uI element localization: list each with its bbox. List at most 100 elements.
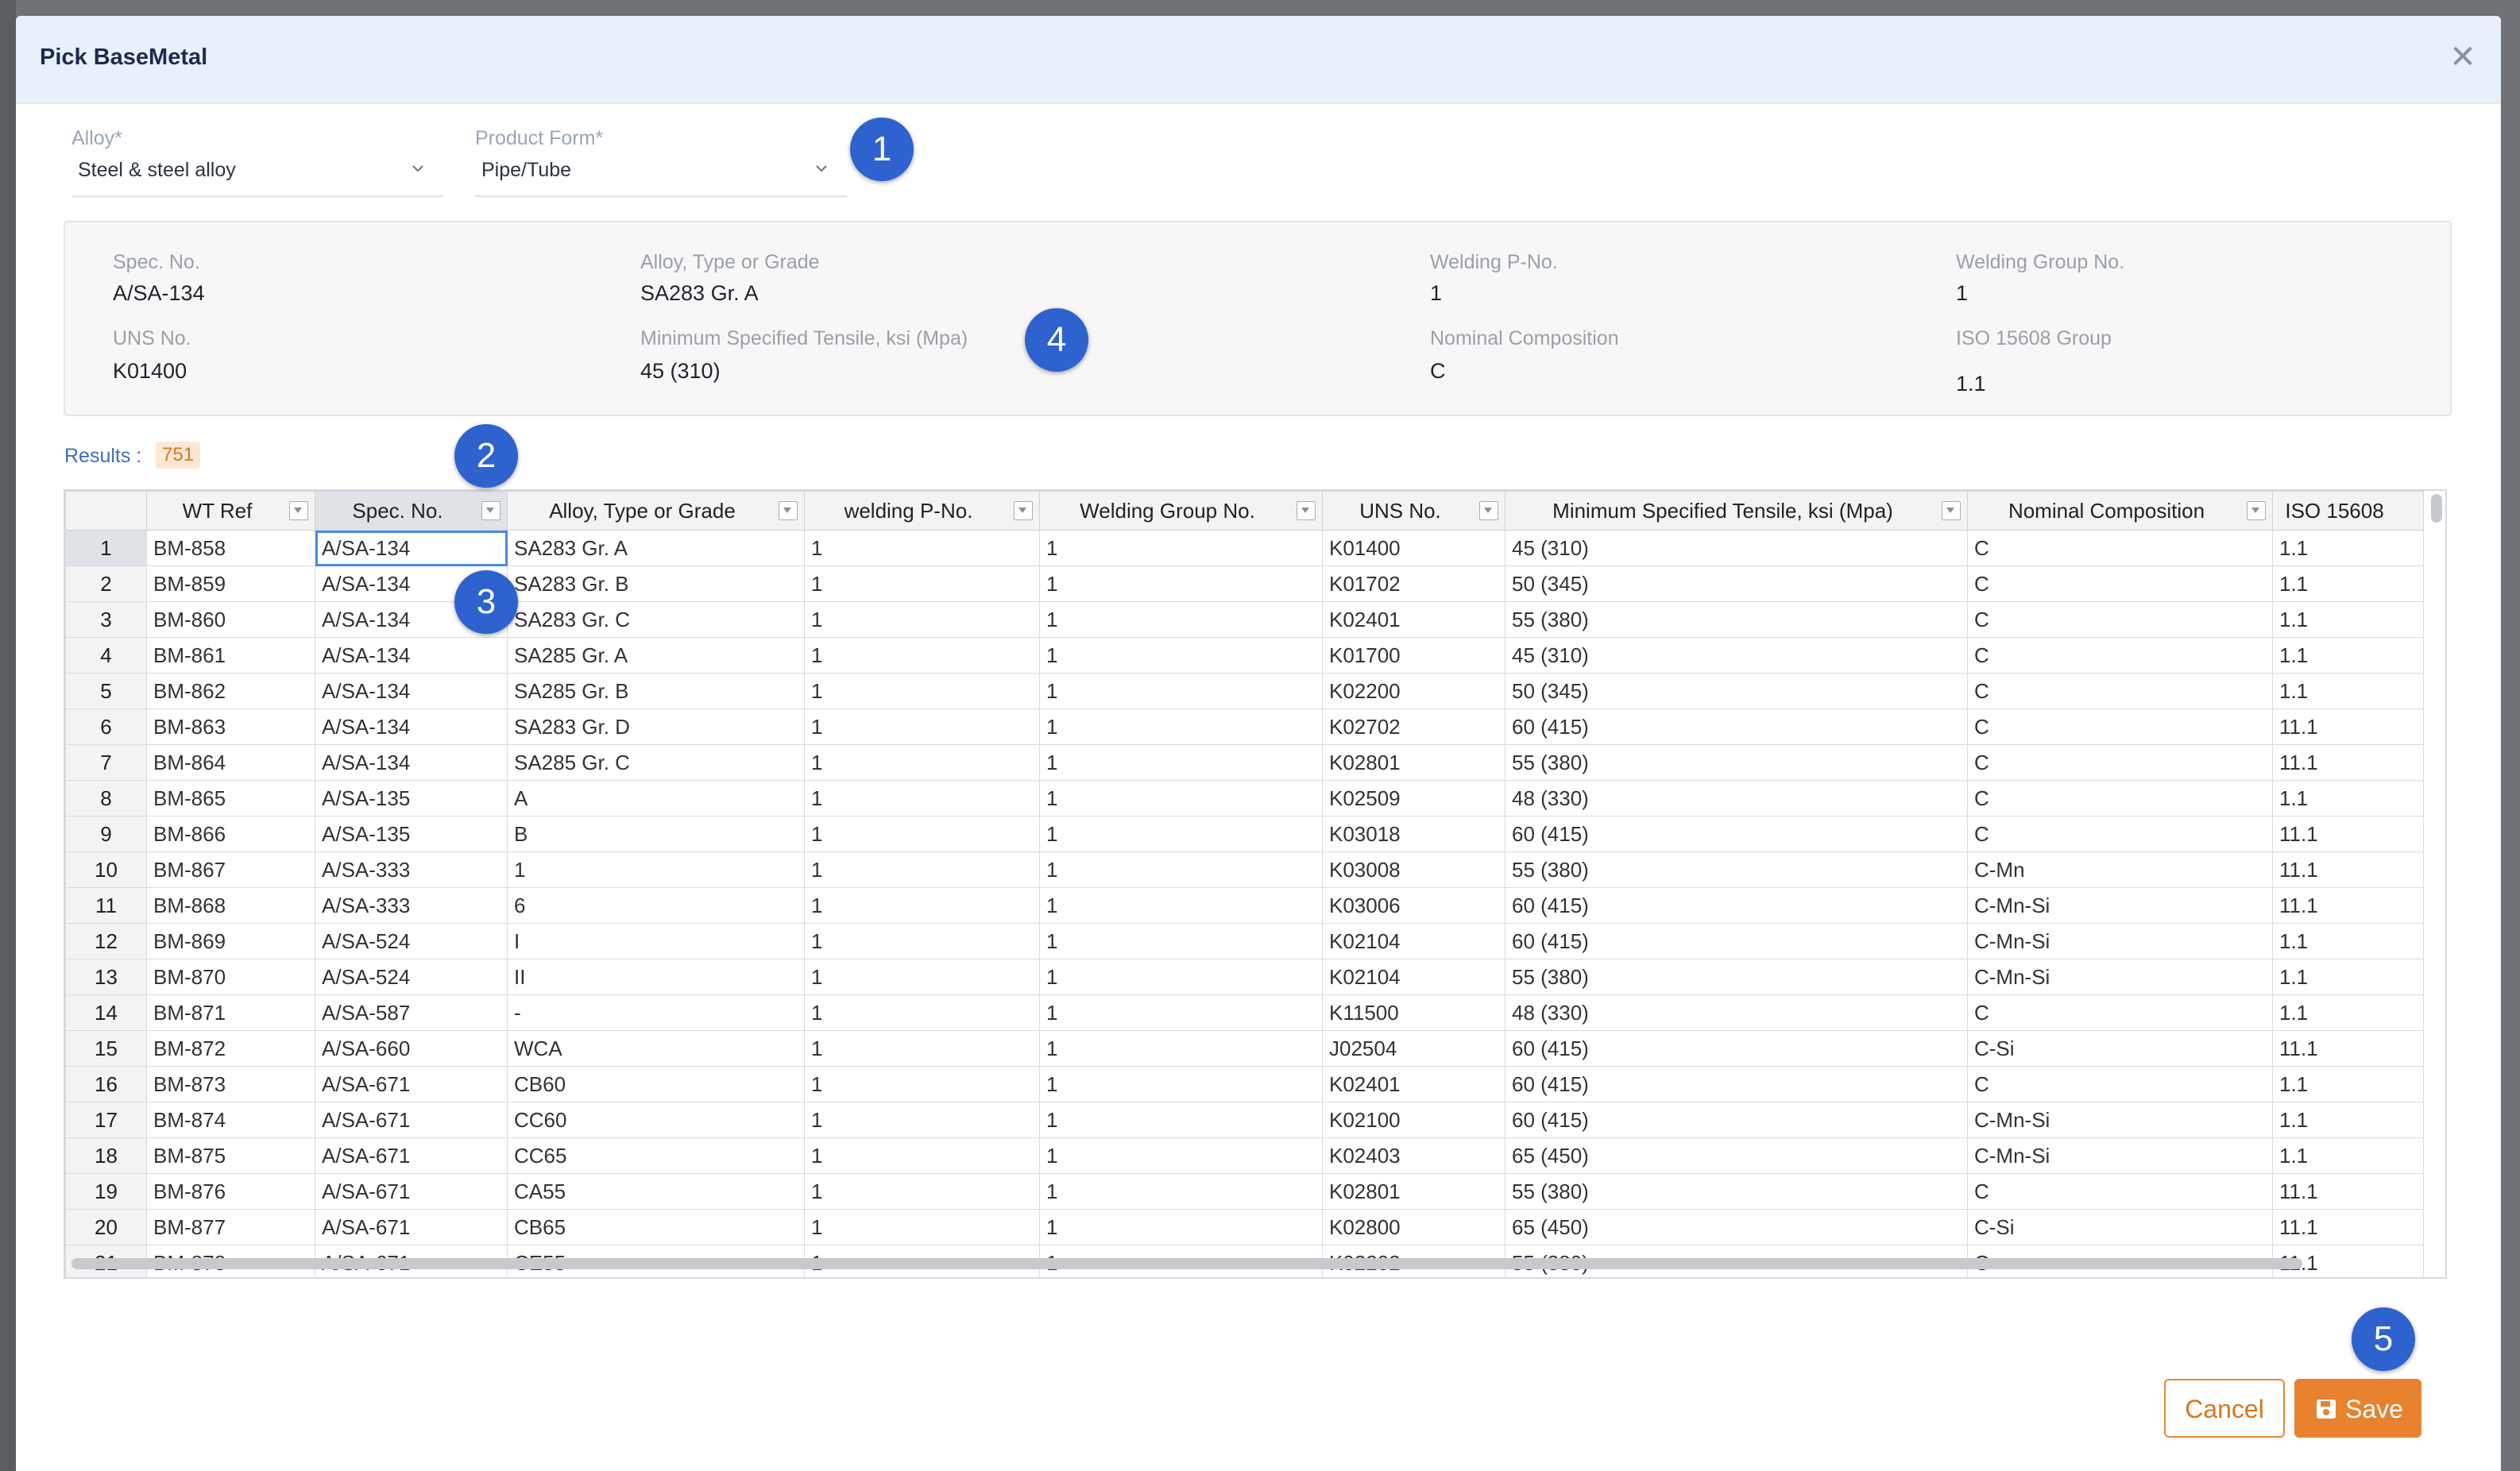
table-row[interactable]: 11 BM-868 A/SA-333 6 1 1 K03006 60 (415) C-Mn-Si… xyxy=(65,887,2424,924)
table-cell[interactable]: 1 xyxy=(1039,673,1323,709)
row-number[interactable]: 3 xyxy=(65,601,147,638)
table-cell[interactable]: J02504 xyxy=(1322,1030,1505,1067)
table-cell[interactable]: 1 xyxy=(804,887,1040,924)
table-cell[interactable]: C xyxy=(1967,1066,2273,1102)
column-header[interactable]: ISO 15608 xyxy=(2272,491,2424,531)
table-cell[interactable]: K01702 xyxy=(1322,566,1505,602)
table-row[interactable]: 19 BM-876 A/SA-671 CA55 1 1 K02801 55 (380) C 11.… xyxy=(65,1173,2424,1210)
table-cell[interactable]: 60 (415) xyxy=(1505,1102,1968,1138)
table-cell[interactable]: 1 xyxy=(1039,1209,1323,1245)
table-cell[interactable]: 1 xyxy=(804,708,1040,745)
table-cell[interactable]: 50 (345) xyxy=(1505,673,1968,709)
table-cell[interactable]: K11500 xyxy=(1322,994,1505,1031)
table-cell[interactable]: A/SA-660 xyxy=(315,1030,508,1067)
table-cell[interactable]: 1.1 xyxy=(2272,1102,2424,1138)
table-cell[interactable]: A/SA-671 xyxy=(315,1173,508,1210)
table-cell[interactable]: 1 xyxy=(804,1137,1040,1174)
product-form-select[interactable]: Product Form* Pipe/Tube xyxy=(475,127,847,207)
table-cell[interactable]: 1 xyxy=(804,816,1040,852)
table-row[interactable]: 9 BM-866 A/SA-135 B 1 1 K03018 60 (415) C 11.1 xyxy=(65,816,2424,852)
table-cell[interactable]: C xyxy=(1967,637,2273,674)
table-cell[interactable]: 1 xyxy=(804,923,1040,959)
row-number[interactable]: 6 xyxy=(65,708,147,745)
table-cell[interactable]: C-Mn-Si xyxy=(1967,959,2273,995)
table-cell[interactable]: K02104 xyxy=(1322,923,1505,959)
table-cell[interactable]: 1 xyxy=(1039,887,1323,924)
table-cell[interactable]: 1 xyxy=(507,851,805,888)
table-cell[interactable]: 60 (415) xyxy=(1505,816,1968,852)
table-cell[interactable]: A/SA-134 xyxy=(315,530,508,566)
table-cell[interactable]: 11.1 xyxy=(2272,744,2424,781)
table-cell[interactable]: C xyxy=(1967,673,2273,709)
table-cell[interactable]: SA283 Gr. B xyxy=(507,566,805,602)
table-cell[interactable]: K02509 xyxy=(1322,780,1505,817)
table-cell[interactable]: C xyxy=(1967,816,2273,852)
table-cell[interactable]: WCA xyxy=(507,1030,805,1067)
table-cell[interactable]: 65 (450) xyxy=(1505,1209,1968,1245)
table-cell[interactable]: C xyxy=(1967,744,2273,781)
table-cell[interactable]: C-Si xyxy=(1967,1209,2273,1245)
table-row[interactable]: 13 BM-870 A/SA-524 II 1 1 K02104 55 (380) C-Mn-S… xyxy=(65,959,2424,995)
column-header[interactable]: welding P-No. xyxy=(804,491,1040,531)
table-cell[interactable]: A/SA-587 xyxy=(315,994,508,1031)
table-cell[interactable]: A xyxy=(507,780,805,817)
table-cell[interactable]: 1 xyxy=(1039,566,1323,602)
row-number[interactable]: 4 xyxy=(65,637,147,674)
table-cell[interactable]: 1 xyxy=(804,673,1040,709)
table-cell[interactable]: 1 xyxy=(804,959,1040,995)
table-cell[interactable]: C xyxy=(1967,530,2273,566)
table-cell[interactable]: C xyxy=(1967,780,2273,817)
table-cell[interactable]: BM-875 xyxy=(146,1137,315,1174)
column-header[interactable]: Minimum Specified Tensile, ksi (Mpa) xyxy=(1505,491,1968,531)
table-cell[interactable]: 45 (310) xyxy=(1505,530,1968,566)
table-cell[interactable]: C xyxy=(1967,994,2273,1031)
table-cell[interactable]: 55 (380) xyxy=(1505,744,1968,781)
row-number[interactable]: 7 xyxy=(65,744,147,781)
table-cell[interactable]: 1.1 xyxy=(2272,923,2424,959)
table-row[interactable]: 18 BM-875 A/SA-671 CC65 1 1 K02403 65 (450) C-Mn… xyxy=(65,1137,2424,1174)
grid-vertical-scrollbar[interactable] xyxy=(2431,494,2442,523)
table-cell[interactable]: 1 xyxy=(804,1066,1040,1102)
table-cell[interactable]: 45 (310) xyxy=(1505,637,1968,674)
table-cell[interactable]: BM-870 xyxy=(146,959,315,995)
table-cell[interactable]: C-Mn xyxy=(1967,851,2273,888)
table-cell[interactable]: A/SA-524 xyxy=(315,923,508,959)
table-cell[interactable]: C-Mn-Si xyxy=(1967,1137,2273,1174)
table-cell[interactable]: 11.1 xyxy=(2272,1209,2424,1245)
table-row[interactable]: 2 BM-859 A/SA-134 SA283 Gr. B 1 1 K01702 50 (34… xyxy=(65,566,2424,602)
table-cell[interactable]: BM-867 xyxy=(146,851,315,888)
table-cell[interactable]: K02800 xyxy=(1322,1209,1505,1245)
column-header[interactable]: Alloy, Type or Grade xyxy=(507,491,805,531)
table-cell[interactable]: 1 xyxy=(804,601,1040,638)
table-cell[interactable]: BM-869 xyxy=(146,923,315,959)
alloy-select[interactable]: Alloy* Steel & steel alloy xyxy=(72,127,443,207)
table-cell[interactable]: 11.1 xyxy=(2272,708,2424,745)
table-cell[interactable]: K02104 xyxy=(1322,959,1505,995)
table-cell[interactable]: C xyxy=(1967,1173,2273,1210)
table-cell[interactable]: BM-871 xyxy=(146,994,315,1031)
table-cell[interactable]: 11.1 xyxy=(2272,1030,2424,1067)
row-number[interactable]: 14 xyxy=(65,994,147,1031)
table-cell[interactable]: CC65 xyxy=(507,1137,805,1174)
row-number[interactable]: 1 xyxy=(65,530,147,566)
table-cell[interactable]: 1 xyxy=(804,1030,1040,1067)
table-cell[interactable]: K02702 xyxy=(1322,708,1505,745)
row-number[interactable]: 13 xyxy=(65,959,147,995)
table-row[interactable]: 12 BM-869 A/SA-524 I 1 1 K02104 60 (415) C-Mn-Si… xyxy=(65,923,2424,959)
table-cell[interactable]: CC60 xyxy=(507,1102,805,1138)
table-row[interactable]: 7 BM-864 A/SA-134 SA285 Gr. C 1 1 K02801 55 (38… xyxy=(65,744,2424,781)
table-cell[interactable]: 1 xyxy=(804,1209,1040,1245)
table-cell[interactable]: 1 xyxy=(1039,637,1323,674)
table-cell[interactable]: SA283 Gr. D xyxy=(507,708,805,745)
table-cell[interactable]: 1.1 xyxy=(2272,566,2424,602)
table-cell[interactable]: BM-860 xyxy=(146,601,315,638)
table-cell[interactable]: 1 xyxy=(1039,601,1323,638)
table-cell[interactable]: 1 xyxy=(804,851,1040,888)
table-cell[interactable]: A/SA-524 xyxy=(315,959,508,995)
table-cell[interactable]: 1 xyxy=(804,780,1040,817)
table-cell[interactable]: 1 xyxy=(804,994,1040,1031)
table-cell[interactable]: K03018 xyxy=(1322,816,1505,852)
table-cell[interactable]: C-Mn-Si xyxy=(1967,923,2273,959)
table-cell[interactable]: 65 (450) xyxy=(1505,1137,1968,1174)
table-cell[interactable]: K01700 xyxy=(1322,637,1505,674)
